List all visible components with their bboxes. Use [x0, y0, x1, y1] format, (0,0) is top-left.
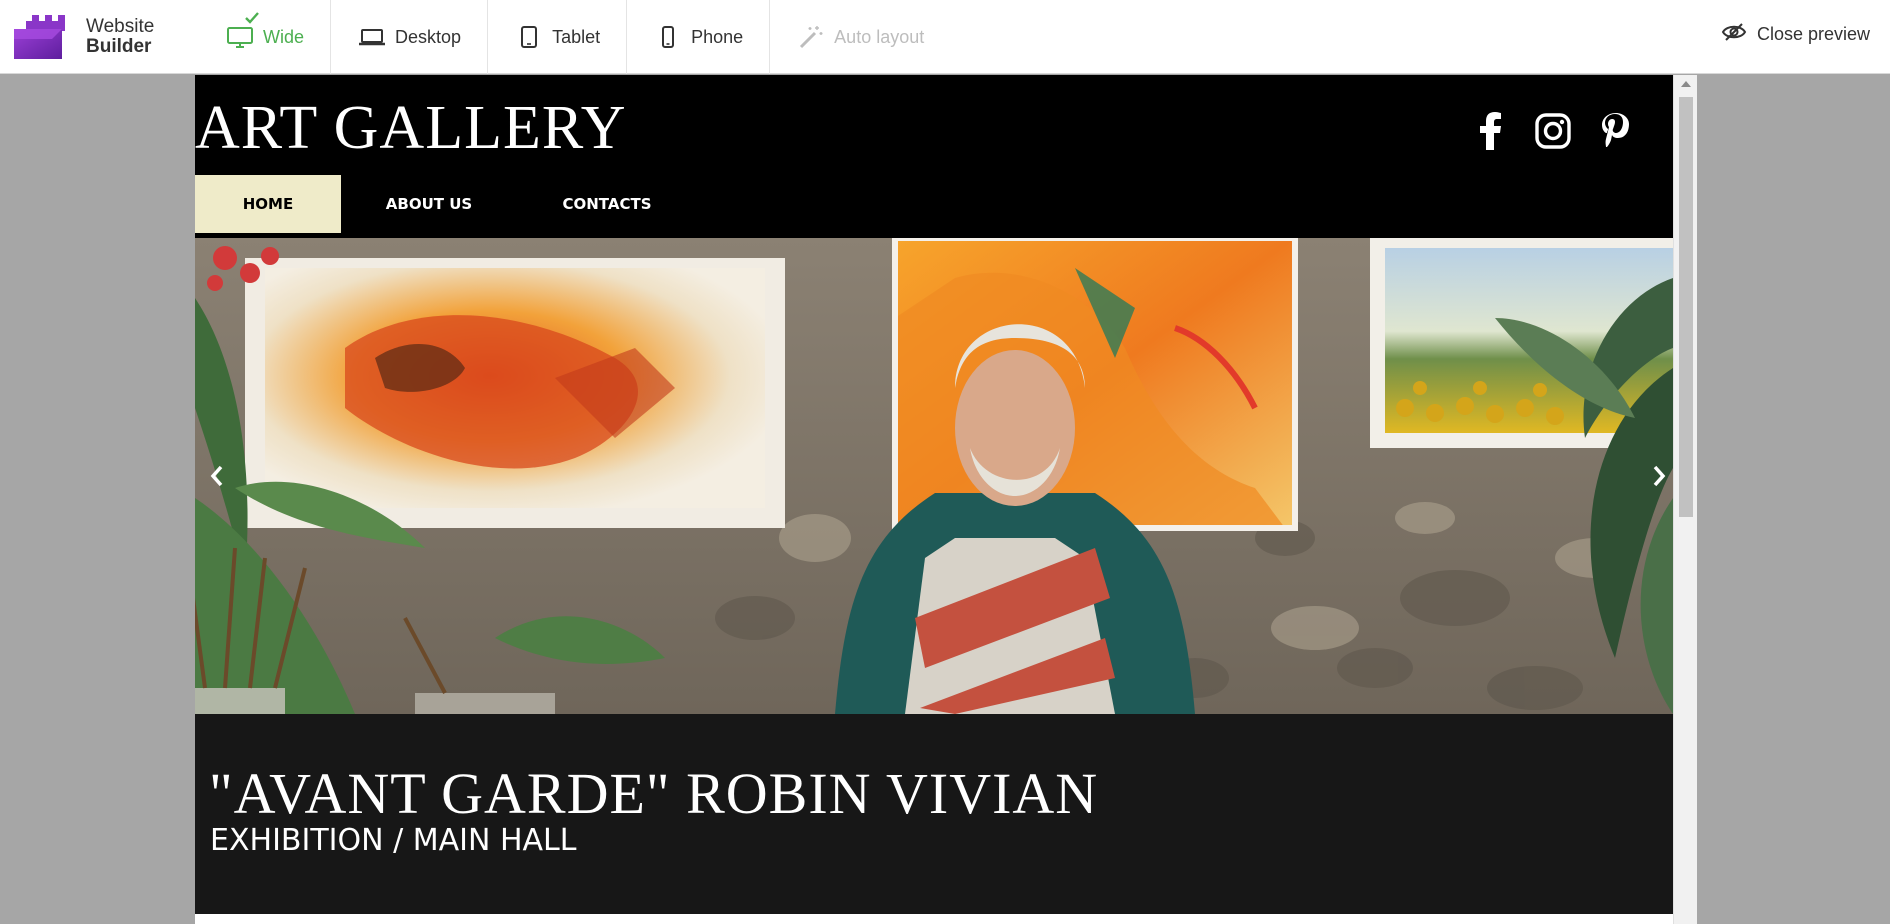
preview-frame: ART GALLERY HOME ABOUT US CONTACTS "AVAN… [195, 75, 1697, 924]
preview-scrollbar[interactable] [1673, 75, 1697, 924]
device-phone-label: Phone [691, 26, 744, 47]
logo-text: Website Builder [86, 17, 154, 57]
nav-home[interactable]: HOME [195, 175, 341, 233]
hero-slider [195, 238, 1673, 714]
tablet-icon [514, 22, 544, 52]
auto-layout-label: Auto layout [834, 26, 925, 47]
check-icon [245, 8, 259, 29]
nav-contacts[interactable]: CONTACTS [517, 175, 697, 233]
instagram-icon[interactable] [1535, 111, 1571, 151]
scroll-up-arrow[interactable] [1681, 81, 1691, 87]
nav-about-us[interactable]: ABOUT US [341, 175, 517, 233]
magic-wand-icon [796, 22, 826, 52]
eye-off-icon [1721, 22, 1747, 47]
device-switcher: Wide Desktop Tablet Phone Auto layout [197, 0, 950, 74]
device-desktop-label: Desktop [395, 26, 462, 47]
slider-next-arrow[interactable] [1645, 456, 1673, 496]
exhibition-subtitle: EXHIBITION / MAIN HALL [210, 823, 577, 858]
auto-layout-button[interactable]: Auto layout [770, 0, 950, 74]
close-preview-button[interactable]: Close preview [1721, 22, 1870, 47]
site-nav: HOME ABOUT US CONTACTS [195, 175, 697, 233]
social-links [1473, 111, 1633, 151]
logo-line-1: Website [86, 16, 155, 37]
builder-toolbar: Website Builder Wide Desktop Tablet Phon… [0, 0, 1890, 74]
exhibition-title: "AVANT GARDE" ROBIN VIVIAN [209, 761, 1099, 826]
close-preview-label: Close preview [1756, 24, 1870, 44]
laptop-icon [357, 22, 387, 52]
scrollbar-thumb[interactable] [1679, 97, 1693, 517]
site-title[interactable]: ART GALLERY [195, 93, 627, 164]
site-header: ART GALLERY HOME ABOUT US CONTACTS [195, 75, 1673, 238]
device-wide-button[interactable]: Wide [197, 0, 332, 74]
site-page: ART GALLERY HOME ABOUT US CONTACTS "AVAN… [195, 75, 1673, 924]
device-tablet-label: Tablet [552, 26, 601, 47]
device-phone-button[interactable]: Phone [627, 0, 771, 74]
phone-icon [653, 22, 683, 52]
logo-line-2: Builder [86, 36, 152, 57]
device-wide-label: Wide [263, 26, 305, 47]
painter-photo [195, 238, 1673, 714]
facebook-icon[interactable] [1473, 111, 1509, 151]
website-builder-logo[interactable]: Website Builder [12, 10, 162, 64]
exhibition-caption: "AVANT GARDE" ROBIN VIVIAN EXHIBITION / … [195, 714, 1673, 914]
logo-icon [12, 11, 74, 63]
device-tablet-button[interactable]: Tablet [488, 0, 628, 74]
slider-prev-arrow[interactable] [203, 456, 231, 496]
pinterest-icon[interactable] [1597, 111, 1633, 151]
device-desktop-button[interactable]: Desktop [331, 0, 489, 74]
